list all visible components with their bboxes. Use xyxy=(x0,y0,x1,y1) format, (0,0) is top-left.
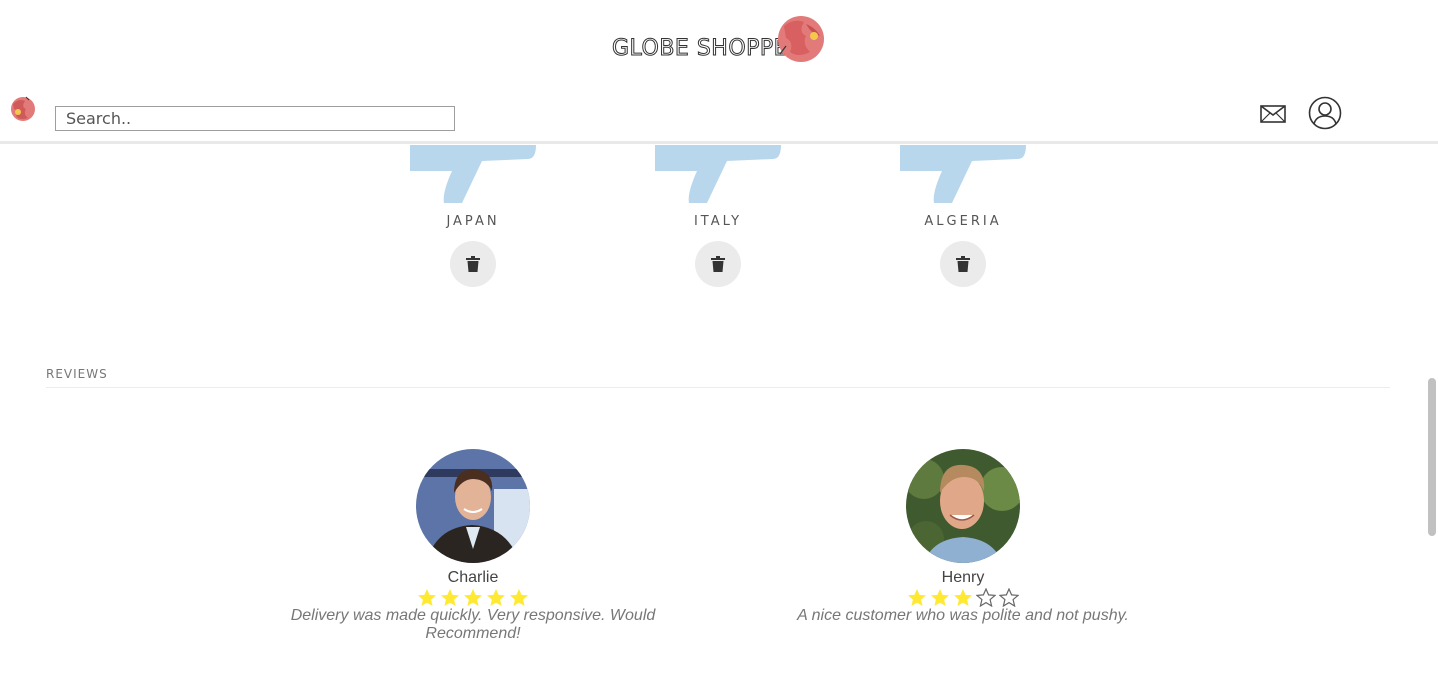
delete-button[interactable] xyxy=(695,241,741,287)
star-filled-icon xyxy=(441,589,459,606)
star-filled-icon xyxy=(931,589,949,606)
reviewer-name: Charlie xyxy=(447,569,499,586)
country-name: ALGERIA xyxy=(924,214,1002,229)
delete-button[interactable] xyxy=(940,241,986,287)
navbar xyxy=(0,88,1438,144)
trash-icon xyxy=(466,256,480,272)
mail-icon[interactable] xyxy=(1259,102,1287,126)
country-card-algeria: ALGERIA xyxy=(898,145,1028,295)
user-account-icon[interactable] xyxy=(1308,96,1342,130)
trash-icon xyxy=(956,256,970,272)
star-empty-icon xyxy=(976,588,996,607)
star-filled-icon xyxy=(418,589,436,606)
star-rating xyxy=(763,588,1163,607)
delete-button[interactable] xyxy=(450,241,496,287)
flag-placeholder-icon xyxy=(900,145,1026,203)
reviewer-name: Henry xyxy=(941,569,985,586)
reviews-heading: REVIEWS xyxy=(46,367,108,381)
divider xyxy=(46,387,1390,388)
page: GLOBE SHOPPERS Search.. JAPAN ITALY ALGE… xyxy=(0,0,1438,682)
star-rating xyxy=(273,588,673,607)
avatar xyxy=(416,449,530,563)
review-card: Henry A nice customer who was polite and… xyxy=(763,449,1163,625)
star-filled-icon xyxy=(908,589,926,606)
brand-logo[interactable]: GLOBE SHOPPERS xyxy=(608,14,828,70)
star-filled-icon xyxy=(464,589,482,606)
globe-logo-icon xyxy=(778,16,824,62)
review-card: Charlie Delivery was made quickly. Very … xyxy=(273,449,673,643)
country-name: JAPAN xyxy=(446,214,500,229)
star-filled-icon xyxy=(510,589,528,606)
star-filled-icon xyxy=(954,589,972,606)
flag-placeholder-icon xyxy=(410,145,536,203)
review-text: Delivery was made quickly. Very responsi… xyxy=(290,607,656,642)
country-card-japan: JAPAN xyxy=(408,145,538,295)
search-input[interactable] xyxy=(55,106,455,131)
country-card-italy: ITALY xyxy=(653,145,783,295)
country-name: ITALY xyxy=(693,214,743,229)
review-text: A nice customer who was polite and not p… xyxy=(797,607,1129,624)
star-filled-icon xyxy=(487,589,505,606)
scrollbar-thumb[interactable] xyxy=(1428,378,1436,536)
trash-icon xyxy=(711,256,725,272)
globe-logo-icon[interactable] xyxy=(9,95,37,123)
avatar xyxy=(906,449,1020,563)
star-empty-icon xyxy=(999,588,1019,607)
flag-placeholder-icon xyxy=(655,145,781,203)
